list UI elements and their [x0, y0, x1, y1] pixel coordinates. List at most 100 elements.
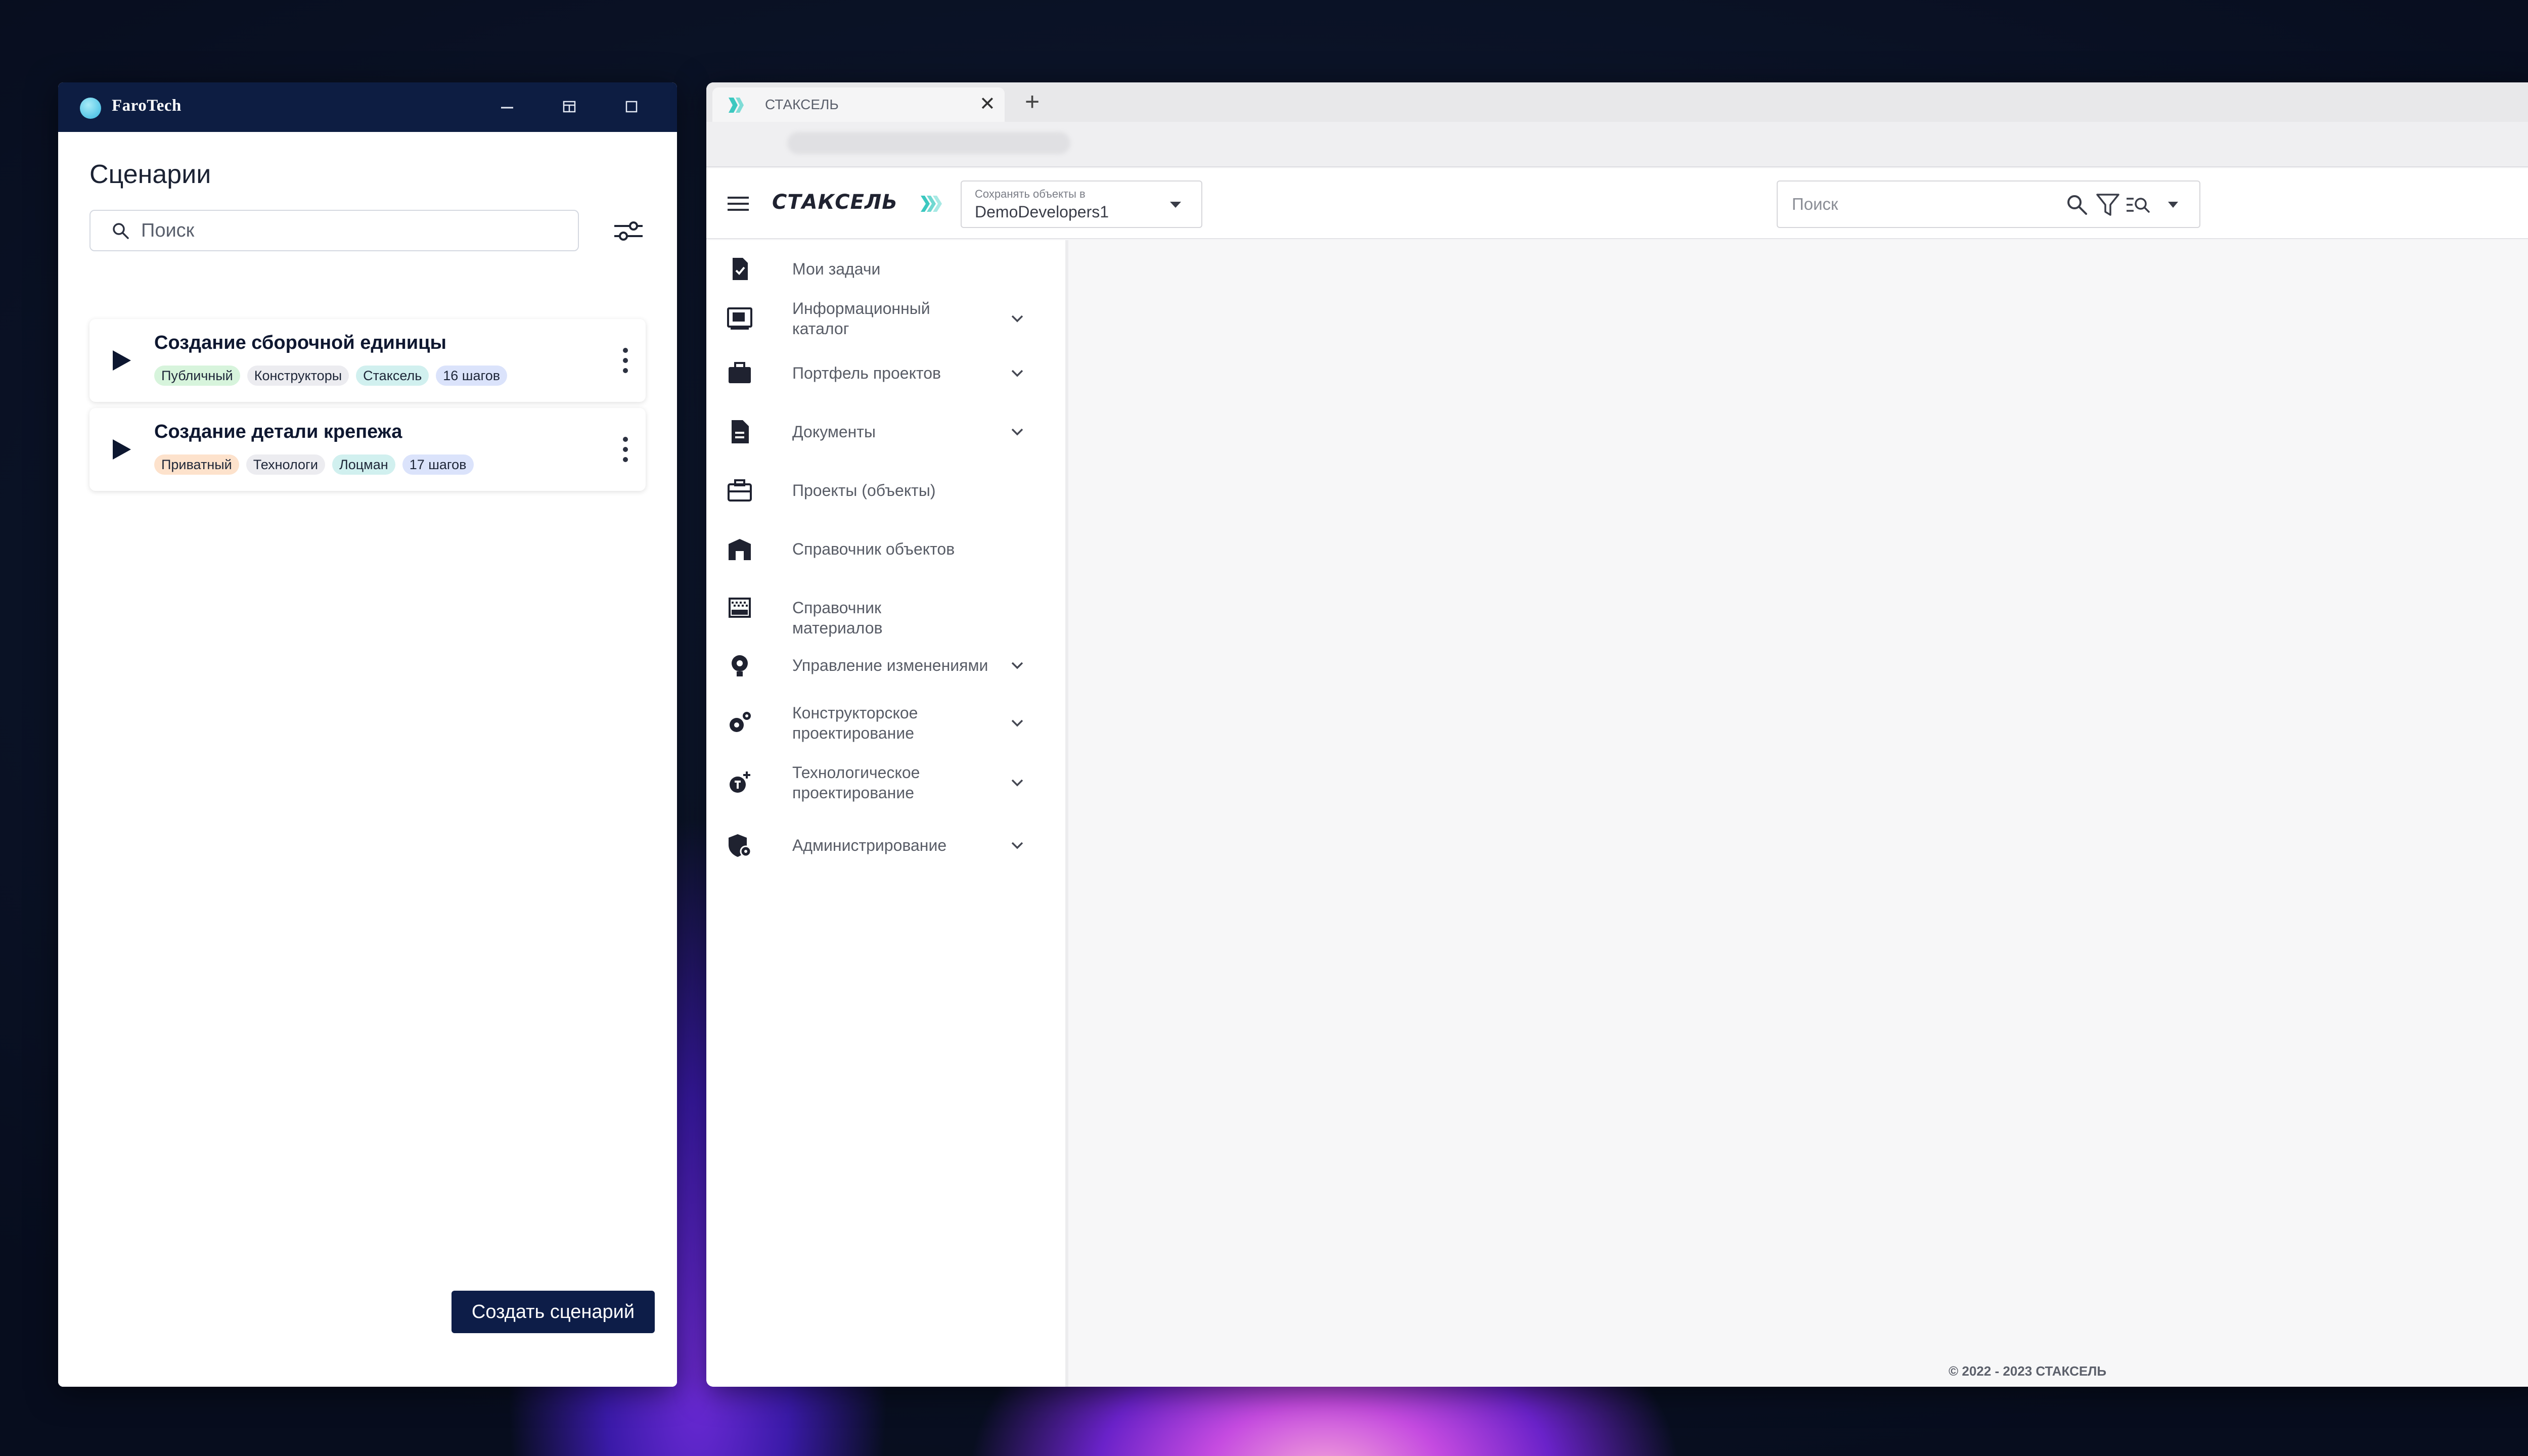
more-options-icon[interactable] [619, 344, 631, 377]
app-search-input[interactable] [1792, 181, 2055, 227]
browser-address-bar[interactable] [706, 122, 2528, 167]
chevron-down-icon [1011, 315, 1023, 323]
nav-label: Справочник материалов [792, 599, 883, 637]
scenario-card[interactable]: Создание детали крепежа Приватный Технол… [89, 408, 646, 491]
nav-item-project-portfolio[interactable]: Портфель проектов [706, 351, 1065, 395]
shield-gear-icon [729, 834, 752, 857]
new-tab-button[interactable]: + [1025, 87, 1040, 116]
brand-logo-text: СТАКСЕЛЬ [772, 191, 898, 214]
catalog-icon [727, 307, 752, 330]
farotech-logo-icon [80, 98, 101, 119]
filter-funnel-icon[interactable] [2095, 192, 2120, 218]
save-objects-value: DemoDevelopers1 [975, 203, 1109, 221]
browser-tab-bar: СТАКСЕЛЬ ✕ + [706, 82, 2528, 122]
scenario-card[interactable]: Создание сборочной единицы Публичный Кон… [89, 319, 646, 402]
create-scenario-button[interactable]: Создать сценарий [452, 1291, 655, 1333]
nav-label: Администрирование [792, 836, 947, 854]
steps-count-tag: 16 шагов [436, 366, 508, 386]
chevron-down-icon [1011, 428, 1023, 436]
chevron-down-icon [1011, 842, 1023, 849]
nav-label: Документы [792, 423, 876, 441]
toolcase-icon [728, 479, 752, 502]
snap-layout-button[interactable] [555, 95, 583, 120]
tech-icon [730, 771, 750, 793]
chevron-down-icon [1011, 719, 1023, 727]
system-tag: Лоцман [332, 454, 395, 475]
browser-tab[interactable]: СТАКСЕЛЬ ✕ [712, 87, 1005, 122]
desktop-background: FaroTech Сценарии Поиск Создание сборочн… [0, 0, 2528, 1456]
side-navigation: Мои задачи Информационный каталог Портфел… [706, 240, 1068, 1387]
chevron-down-icon [1011, 662, 1023, 669]
save-objects-select[interactable]: Сохранять объекты в DemoDevelopers1 [961, 180, 1202, 228]
scenario-search-box[interactable] [89, 210, 579, 251]
stacksel-favicon-icon [729, 98, 744, 113]
filter-settings-icon[interactable] [610, 213, 647, 249]
address-field-blurred[interactable] [787, 132, 1070, 154]
system-tag: Стаксель [356, 366, 429, 386]
briefcase-icon [729, 362, 751, 383]
search-icon[interactable] [2065, 193, 2089, 217]
visibility-tag: Публичный [154, 366, 240, 386]
nav-item-projects-objects[interactable]: Проекты (объекты) [706, 469, 1065, 512]
search-icon [113, 223, 129, 239]
steps-count-tag: 17 шагов [402, 454, 474, 475]
minimize-button[interactable] [493, 95, 521, 120]
materials-icon [729, 598, 751, 618]
play-icon[interactable] [111, 348, 133, 373]
app-header: СТАКСЕЛЬ Сохранять объекты в DemoDevelop… [706, 168, 2528, 239]
nav-item-objects-directory[interactable]: Справочник объектов [706, 527, 1065, 571]
farotech-content: Сценарии Создание сборочной единицы Публ… [58, 132, 677, 1387]
minimize-icon [501, 107, 513, 109]
tab-title: СТАКСЕЛЬ [765, 97, 839, 112]
nav-item-administration[interactable]: Администрирование [706, 824, 1065, 867]
gears-icon [730, 712, 751, 732]
maximize-button[interactable] [617, 95, 646, 120]
more-options-icon[interactable] [619, 433, 631, 466]
nav-item-documents[interactable]: Документы [706, 410, 1065, 453]
nav-label: Управление изменениями [792, 656, 988, 674]
scenario-tags: Приватный Технологи Лоцман 17 шагов [154, 454, 474, 475]
chevron-down-icon [1011, 370, 1023, 377]
nav-label: Портфель проектов [792, 364, 941, 382]
snap-layout-icon [563, 101, 576, 113]
nav-label: Технологическое проектирование [792, 763, 920, 802]
advanced-search-icon[interactable] [2126, 193, 2151, 217]
visibility-tag: Приватный [154, 454, 239, 475]
nav-label: Информационный каталог [792, 299, 930, 338]
farotech-window: FaroTech Сценарии Поиск Создание сборочн… [58, 82, 677, 1387]
nav-label: Мои задачи [792, 260, 881, 278]
main-content-area [1068, 240, 2528, 1387]
caret-down-icon[interactable] [2167, 201, 2179, 209]
scenario-title: Создание детали крепежа [154, 421, 402, 442]
nav-item-design-engineering[interactable]: Конструкторское проектирование [706, 695, 1065, 751]
task-check-icon [733, 258, 748, 280]
nav-label: Проекты (объекты) [792, 481, 936, 499]
chevron-down-icon [1011, 779, 1023, 787]
hamburger-menu-icon[interactable] [726, 194, 751, 214]
document-icon [732, 420, 749, 443]
nav-item-materials-directory[interactable]: Справочник материалов [706, 586, 1065, 637]
nav-item-my-tasks[interactable]: Мои задачи [706, 251, 1065, 287]
farotech-app-title: FaroTech [112, 97, 182, 115]
nav-label: Конструкторское проектирование [792, 704, 918, 742]
nav-item-process-engineering[interactable]: Технологическое проектирование [706, 755, 1065, 810]
tab-close-icon[interactable]: ✕ [979, 93, 996, 115]
save-objects-label: Сохранять объекты в [975, 188, 1086, 200]
farotech-titlebar[interactable]: FaroTech [58, 82, 677, 132]
copyright-footer: © 2022 - 2023 СТАКСЕЛЬ [1949, 1363, 2107, 1379]
nav-item-change-management[interactable]: Управление изменениями [706, 644, 1065, 687]
scenario-search-input[interactable] [141, 211, 566, 250]
page-title: Сценарии [89, 160, 211, 189]
building-icon [729, 539, 751, 560]
app-search-box[interactable] [1777, 180, 2200, 228]
caret-down-icon [1170, 202, 1181, 208]
scenario-title: Создание сборочной единицы [154, 332, 446, 353]
maximize-icon [625, 101, 638, 113]
brand-logo-icon [921, 196, 942, 212]
nav-label: Справочник объектов [792, 540, 955, 558]
role-tag: Конструкторы [247, 366, 349, 386]
nav-item-info-catalog[interactable]: Информационный каталог [706, 291, 1065, 346]
play-icon[interactable] [111, 437, 133, 462]
browser-window: СТАКСЕЛЬ ✕ + СТАКСЕЛЬ Сохранять объекты … [706, 82, 2528, 1387]
change-icon [732, 655, 748, 676]
